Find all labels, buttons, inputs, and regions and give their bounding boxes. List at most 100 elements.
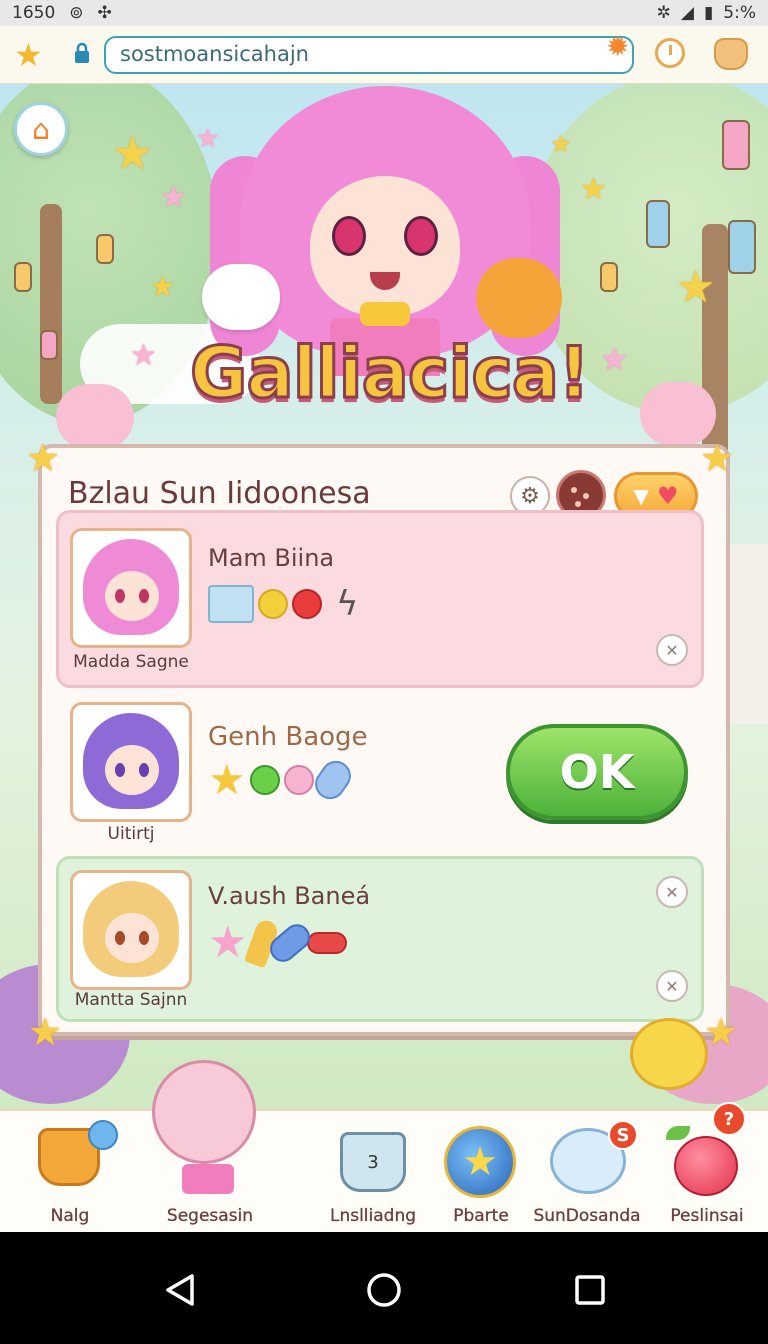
corner-star-icon: ★	[28, 1010, 63, 1054]
status-bar: 1650 ⊚ ✣ ✲ ◢ ▮ 5:%	[0, 0, 768, 26]
corner-star-icon: ★	[704, 1010, 739, 1054]
close-icon: ✕	[665, 882, 679, 902]
status-time: 1650	[12, 3, 56, 23]
orange-pet	[476, 258, 562, 338]
help-badge: ?	[712, 1102, 746, 1136]
hotspot-icon: ⊚	[69, 3, 84, 23]
bag-icon[interactable]	[714, 38, 748, 70]
jar-icon: 3	[340, 1132, 406, 1192]
recents-icon[interactable]	[570, 1270, 610, 1310]
apple-icon	[674, 1136, 738, 1196]
pink-gem-icon	[283, 765, 314, 795]
dock-label: Segesasin	[166, 1206, 254, 1226]
card-name: Mam Biina	[208, 544, 335, 572]
lantern	[96, 234, 114, 264]
lantern	[600, 262, 618, 292]
lock-icon	[75, 42, 89, 63]
decor-star-icon: ★	[196, 124, 220, 154]
yellow-pet	[630, 1018, 708, 1090]
card-name: Genh Baoge	[208, 722, 368, 752]
lantern	[40, 330, 58, 360]
yellow-gem-icon	[258, 589, 288, 619]
close-icon: ✕	[665, 976, 679, 996]
lantern	[728, 220, 756, 274]
dock-label: Peslinsai	[670, 1206, 744, 1226]
dock-item-sundosanda[interactable]: S SunDosanda	[528, 1108, 646, 1232]
dock-label: Nalg	[50, 1206, 90, 1226]
leaf-icon	[666, 1126, 690, 1140]
decor-star-icon: ★	[150, 270, 176, 303]
ok-button[interactable]: OK	[506, 724, 688, 820]
decor-star-icon: ★	[600, 340, 629, 378]
star-icon: ★	[208, 755, 246, 804]
decor-star-icon: ★	[550, 130, 572, 158]
star-orb-icon: ★	[444, 1126, 516, 1198]
decor-star-icon: ★	[112, 126, 154, 180]
dock-item-peslinsai[interactable]: ? Peslinsai	[652, 1102, 762, 1232]
game-logo: Galliacica!	[189, 331, 592, 416]
corner-star-icon: ★	[700, 436, 735, 480]
card-name: V.aush Baneá	[208, 882, 371, 910]
bookmark-star-icon[interactable]: ★	[14, 36, 43, 74]
red-gem-icon	[292, 589, 322, 619]
pink-pet-left	[56, 384, 134, 450]
notification-badge: S	[608, 1120, 638, 1150]
ball-icon	[88, 1120, 118, 1150]
bear-icon	[152, 1060, 256, 1164]
lantern	[646, 200, 670, 248]
white-pet	[202, 264, 280, 330]
lantern	[14, 262, 32, 292]
system-nav-bar	[0, 1232, 768, 1344]
back-icon[interactable]	[160, 1270, 200, 1310]
dock-item-nalg[interactable]: Nalg	[20, 1108, 120, 1232]
decor-star-icon: ★	[130, 338, 157, 373]
dock-item-pbarte[interactable]: ★ Pbarte	[436, 1108, 526, 1232]
avatar	[70, 528, 192, 648]
clock-icon[interactable]	[655, 38, 685, 68]
lightning-icon: ϟ	[336, 584, 359, 624]
decor-star-icon: ★	[676, 262, 716, 313]
dock-label: SunDosanda	[533, 1206, 641, 1226]
corner-star-icon: ★	[26, 436, 61, 480]
lantern	[722, 120, 750, 170]
avatar	[70, 702, 192, 822]
home-button[interactable]: ⌂	[14, 102, 68, 156]
sun-icon[interactable]: ✹	[606, 30, 629, 63]
close-button[interactable]: ✕	[656, 876, 688, 908]
heart-icon: ♥	[656, 482, 679, 510]
avatar-caption: Mantta Sajnn	[74, 990, 188, 1010]
panel-title: Bzlau Sun Iidoonesa	[68, 476, 371, 511]
close-icon: ✕	[665, 640, 679, 660]
close-button[interactable]: ✕	[656, 970, 688, 1002]
candy-icon	[307, 932, 348, 954]
url-input[interactable]: sostmoansicahajn	[104, 36, 634, 74]
green-gem-icon	[249, 765, 280, 795]
avatar-caption: Uitirtj	[107, 824, 155, 844]
dock-item-segesasin[interactable]: Segesasin	[130, 1060, 290, 1232]
avatar	[70, 870, 192, 990]
envelope-icon	[208, 585, 254, 623]
dock-label: Lnslliadng	[329, 1206, 417, 1226]
chevron-down-icon: ▼	[633, 484, 649, 508]
battery-level: 5:%	[723, 3, 756, 23]
home-nav-icon[interactable]	[364, 1270, 404, 1310]
decor-star-icon: ★	[160, 180, 187, 215]
close-button[interactable]: ✕	[656, 634, 688, 666]
dock-item-lnslliadng[interactable]: 3 Lnslliadng	[318, 1108, 428, 1232]
bluetooth-icon: ✲	[656, 3, 671, 23]
item-row: ϟ	[208, 584, 358, 624]
item-row: ★	[208, 755, 357, 805]
pink-star-icon: ★	[208, 917, 248, 968]
browser-toolbar: ★ sostmoansicahajn ✹	[0, 26, 768, 84]
avatar-caption: Madda Sagne	[73, 652, 189, 672]
battery-icon: ▮	[703, 3, 714, 23]
bear-bow-icon	[182, 1164, 234, 1194]
tree-trunk-left	[40, 204, 62, 404]
signal-icon: ◢	[680, 3, 694, 23]
fan-icon: ✣	[97, 3, 112, 23]
item-row: ★	[208, 917, 348, 969]
dock-label: Pbarte	[453, 1206, 509, 1226]
gear-icon: ⚙	[520, 483, 540, 509]
decor-star-icon: ★	[580, 172, 607, 207]
house-icon: ⌂	[32, 112, 50, 146]
